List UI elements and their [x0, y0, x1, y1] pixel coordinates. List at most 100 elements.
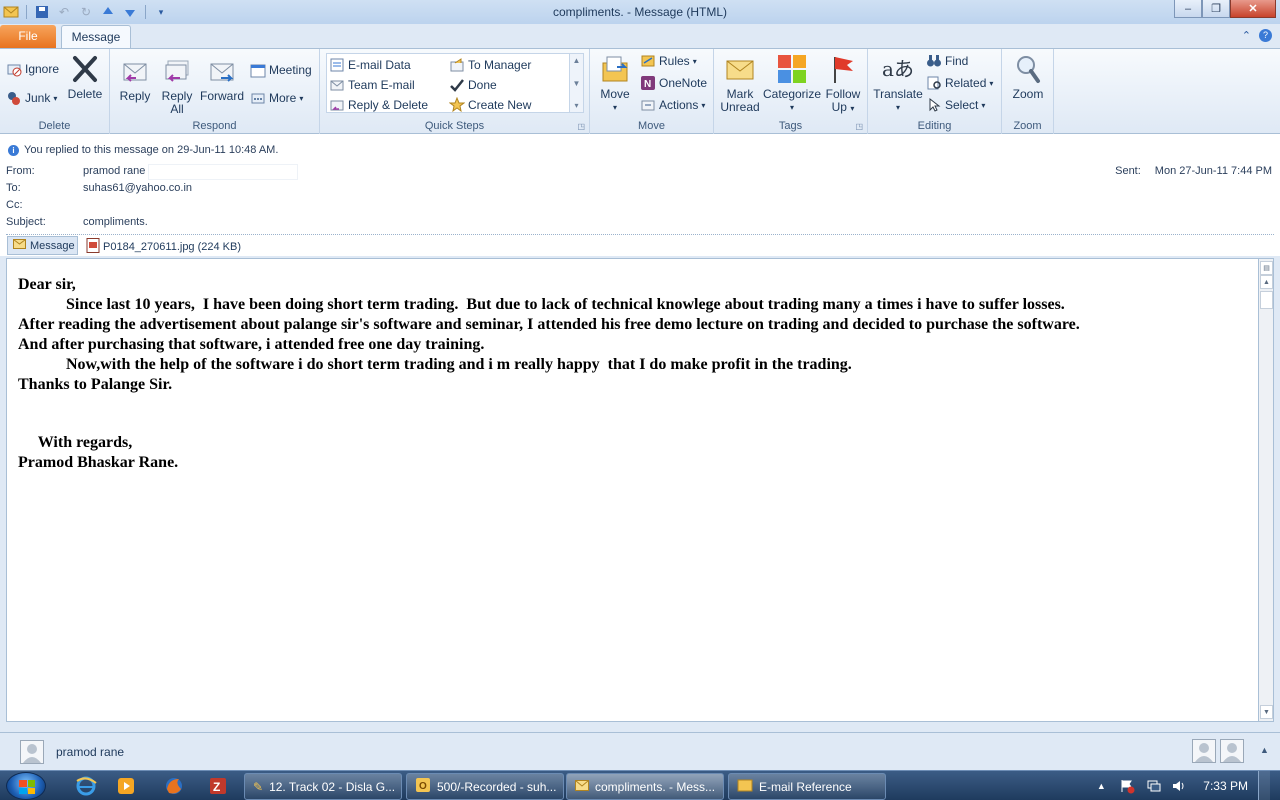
people-pane: pramod rane ▲: [0, 732, 1280, 770]
delete-group: Ignore Junk ▾ Delete Delete: [0, 49, 110, 134]
tab-message[interactable]: Message: [61, 25, 131, 49]
tab-file[interactable]: File: [0, 25, 56, 48]
move-button[interactable]: Move ▾: [596, 53, 634, 114]
view-options-icon[interactable]: ▤: [1260, 261, 1273, 275]
taskbar-item[interactable]: ✎ 12. Track 02 - Disla G...: [244, 773, 402, 800]
quick-step-team-email[interactable]: Team E-mail: [329, 77, 415, 93]
taskbar-item[interactable]: E-mail Reference: [728, 773, 886, 800]
network-icon[interactable]: [1145, 778, 1161, 794]
group-label-editing: Editing: [917, 120, 952, 132]
taskbar-item-label: 12. Track 02 - Disla G...: [269, 779, 396, 794]
to-value[interactable]: suhas61@yahoo.co.in: [83, 182, 192, 194]
junk-icon: [6, 90, 22, 106]
taskbar: Z ✎ 12. Track 02 - Disla G... O 500/-Rec…: [0, 770, 1280, 800]
firefox-icon[interactable]: [156, 774, 192, 798]
body-scrollbar[interactable]: ▤ ▲ ▼: [1258, 258, 1274, 722]
select-button[interactable]: Select ▾: [926, 97, 985, 113]
people-pane-name[interactable]: pramod rane: [56, 745, 124, 759]
taskbar-item[interactable]: O 500/-Recorded - suh...: [406, 773, 564, 800]
zoom-button[interactable]: Zoom: [1008, 53, 1048, 101]
restore-button[interactable]: ❐: [1202, 0, 1230, 18]
avatar[interactable]: [1220, 739, 1244, 763]
expand-people-pane-icon[interactable]: ▲: [1260, 745, 1269, 755]
close-button[interactable]: ✕: [1230, 0, 1276, 18]
avatar[interactable]: [20, 740, 44, 764]
message-view-tab[interactable]: Message: [7, 236, 78, 255]
categorize-button[interactable]: Categorize ▾: [762, 53, 822, 114]
window-title: compliments. - Message (HTML): [552, 5, 728, 19]
scroll-down-icon[interactable]: ▼: [573, 79, 581, 88]
related-button[interactable]: Related ▾: [926, 75, 993, 91]
reply-icon: [119, 55, 151, 87]
taskbar-item-active[interactable]: compliments. - Mess...: [566, 773, 724, 800]
title-bar: ↶ ↻ ▾ compliments. - Message (HTML) – ❐ …: [0, 0, 1280, 24]
action-center-icon[interactable]: [1119, 778, 1135, 794]
scroll-thumb[interactable]: [1260, 291, 1273, 309]
find-button[interactable]: Find: [926, 53, 968, 69]
move-group: Move ▾ Rules ▾ N OneNote Actions ▾ Move: [590, 49, 714, 134]
junk-button[interactable]: Junk ▾: [6, 90, 57, 106]
start-button[interactable]: [6, 772, 46, 800]
show-desktop-button[interactable]: [1258, 771, 1270, 800]
meeting-icon: [250, 62, 266, 78]
tray-expand-icon[interactable]: ▲: [1093, 778, 1109, 794]
scroll-up-icon[interactable]: ▲: [573, 56, 581, 65]
quick-step-email-data[interactable]: E-mail Data: [329, 57, 411, 73]
ignore-button[interactable]: Ignore: [6, 61, 59, 77]
rules-button[interactable]: Rules ▾: [640, 53, 697, 69]
quick-step-create-new[interactable]: Create New: [449, 97, 531, 113]
clock[interactable]: 7:33 PM: [1203, 779, 1248, 793]
info-bar[interactable]: i You replied to this message on 29-Jun-…: [8, 144, 278, 156]
dialog-launcher-icon[interactable]: ◳: [577, 122, 585, 131]
mark-unread-button[interactable]: Mark Unread: [718, 53, 762, 114]
group-label-delete: Delete: [38, 120, 71, 132]
media-player-icon[interactable]: [108, 774, 144, 798]
forward-button[interactable]: Forward: [200, 55, 244, 103]
actions-button[interactable]: Actions ▾: [640, 97, 705, 113]
help-icon[interactable]: ?: [1259, 29, 1272, 42]
reply-button[interactable]: Reply: [116, 55, 154, 103]
expand-gallery-icon[interactable]: ▾: [574, 101, 578, 110]
filezilla-icon[interactable]: Z: [200, 774, 236, 798]
avatar[interactable]: [1192, 739, 1216, 763]
internet-explorer-icon[interactable]: [68, 774, 104, 798]
related-label: Related: [945, 76, 987, 90]
binoculars-icon: [926, 53, 942, 69]
attachment-name: P0184_270611.jpg (224 KB): [103, 241, 242, 253]
junk-label: Junk: [25, 91, 51, 105]
forward-icon: [206, 55, 238, 87]
chevron-down-icon: ▾: [53, 93, 58, 103]
body-line: And after purchasing that software, i at…: [18, 336, 485, 353]
checkmark-icon: [449, 77, 465, 93]
message-body[interactable]: Dear sir, Since last 10 years, I have be…: [6, 258, 1258, 722]
scroll-down-icon[interactable]: ▼: [1260, 705, 1273, 719]
meeting-button[interactable]: Meeting: [250, 62, 312, 78]
more-button[interactable]: More ▾: [250, 90, 303, 106]
onenote-button[interactable]: N OneNote: [640, 75, 707, 91]
reply-all-button[interactable]: Reply All: [158, 55, 196, 116]
translate-button[interactable]: aあ Translate ▾: [872, 53, 924, 114]
select-label: Select: [945, 98, 979, 112]
minimize-ribbon-icon[interactable]: ⌃: [1242, 29, 1251, 42]
onenote-label: OneNote: [659, 76, 708, 90]
quick-step-to-manager[interactable]: To Manager: [449, 57, 531, 73]
reply-all-icon: [161, 55, 193, 87]
delete-button[interactable]: Delete: [66, 53, 104, 101]
from-value[interactable]: pramod rane: [83, 165, 145, 177]
music-file-icon: ✎: [253, 779, 264, 794]
quick-step-done[interactable]: Done: [449, 77, 497, 93]
envelope-icon: [575, 779, 589, 794]
volume-icon[interactable]: [1171, 778, 1187, 794]
follow-up-button[interactable]: Follow Up ▾: [822, 53, 864, 115]
sent-label: Sent:: [1115, 165, 1141, 177]
zoom-group: Zoom Zoom: [1002, 49, 1054, 134]
quick-step-reply-delete[interactable]: Reply & Delete: [329, 97, 428, 113]
quick-steps-scrollbar[interactable]: ▲ ▼ ▾: [569, 54, 583, 112]
minimize-button[interactable]: –: [1174, 0, 1202, 18]
group-label-move: Move: [638, 120, 665, 132]
scroll-up-icon[interactable]: ▲: [1260, 275, 1273, 289]
mark-unread-icon: [724, 53, 756, 85]
attachment-item[interactable]: P0184_270611.jpg (224 KB): [86, 238, 241, 256]
dialog-launcher-icon[interactable]: ◳: [855, 122, 863, 131]
folder-icon: [737, 778, 753, 795]
